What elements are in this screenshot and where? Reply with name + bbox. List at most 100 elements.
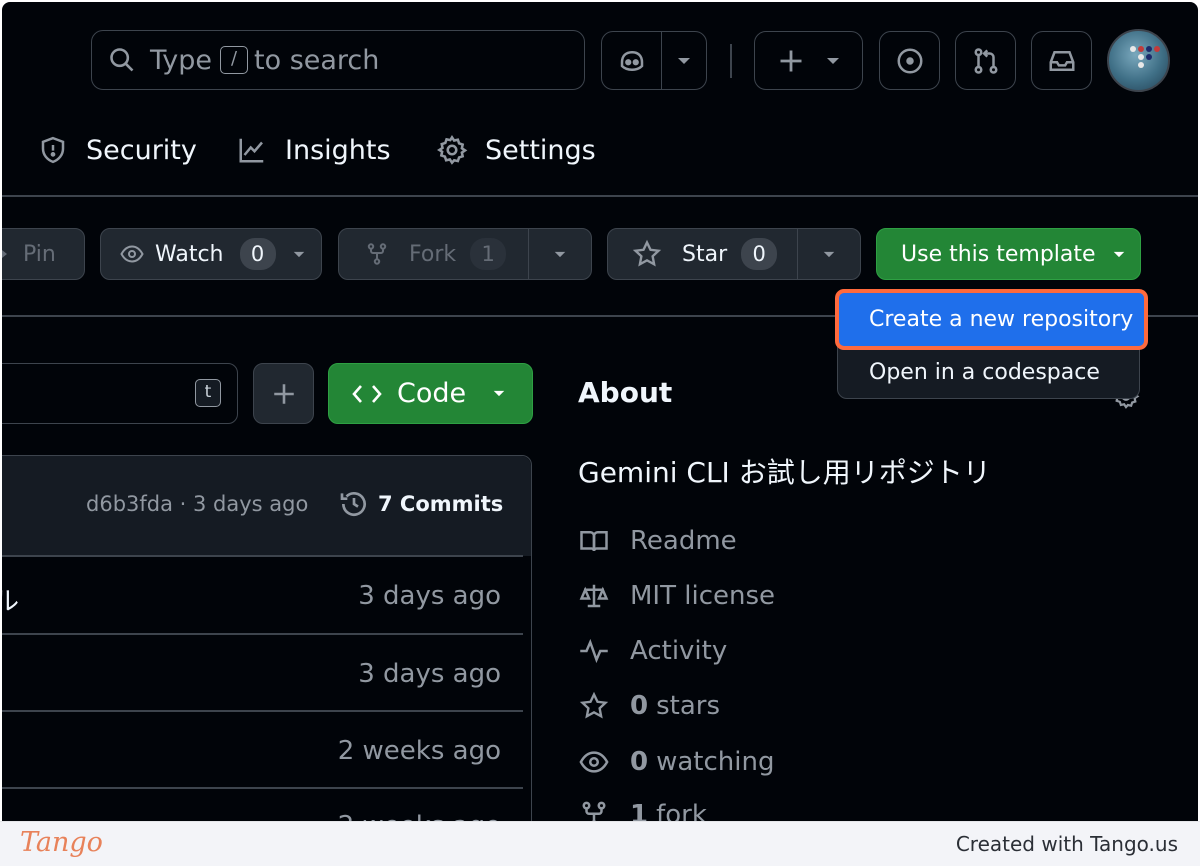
tango-logo: Tango	[20, 827, 103, 858]
tab-security[interactable]: Security	[38, 120, 197, 180]
activity-label: Activity	[630, 636, 728, 666]
pulse-icon	[578, 636, 610, 666]
gear-icon	[436, 134, 468, 166]
shield-icon	[38, 135, 68, 165]
code-icon	[351, 381, 383, 407]
stars-label: stars	[656, 691, 721, 721]
header-divider	[730, 44, 732, 78]
search-shortcut-key: /	[220, 46, 249, 74]
star-label: Star	[682, 241, 728, 267]
use-template-label: Use this template	[901, 241, 1096, 267]
star-menu-button[interactable]	[797, 228, 861, 280]
file-row[interactable]: 2 weeks ago	[2, 789, 531, 821]
stars-count: 0	[630, 691, 649, 721]
stars-link[interactable]: 0 stars	[578, 691, 720, 721]
search-prefix: Type	[150, 44, 213, 76]
forks-link[interactable]: 1 fork	[578, 800, 707, 821]
latest-commit[interactable]: d6b3fda · 3 days ago	[86, 492, 308, 516]
tab-insights-label: Insights	[285, 134, 391, 166]
eye-icon	[578, 747, 610, 777]
license-link[interactable]: MIT license	[578, 581, 775, 611]
go-to-file-shortcut: t	[195, 379, 221, 407]
fork-count: 1	[470, 238, 507, 270]
menu-item-open-codespace[interactable]: Open in a codespace	[839, 350, 1137, 394]
search-input[interactable]: Type / to search	[91, 30, 585, 90]
github-window: Type / to search Security Insights Setti…	[0, 0, 1200, 821]
fork-count-about: 1	[630, 800, 649, 821]
tango-credit: Created with Tango.us	[955, 832, 1178, 856]
plus-icon	[271, 381, 297, 407]
file-row-time: 2 weeks ago	[338, 811, 501, 821]
star-icon	[578, 691, 610, 721]
add-file-button[interactable]	[253, 363, 314, 424]
code-button[interactable]: Code	[328, 363, 533, 424]
commits-count[interactable]: 7 Commits	[378, 492, 503, 516]
search-icon	[108, 46, 136, 74]
commit-header: d6b3fda · 3 days ago 7 Commits	[2, 456, 531, 556]
about-heading: About	[578, 376, 673, 409]
watching-count: 0	[630, 747, 649, 777]
inbox-button[interactable]	[1031, 31, 1092, 90]
watch-label: Watch	[155, 241, 224, 267]
chevron-down-icon	[676, 56, 692, 66]
law-scale-icon	[578, 581, 610, 611]
issue-circle-icon	[895, 46, 925, 76]
pin-button[interactable]: Pin	[2, 228, 85, 280]
watch-count: 0	[239, 238, 276, 270]
watching-link[interactable]: 0 watching	[578, 747, 774, 777]
file-row[interactable]: ル 3 days ago	[2, 557, 531, 633]
issues-button[interactable]	[879, 31, 940, 90]
repo-description: Gemini CLI お試し用リポジトリ	[578, 456, 991, 489]
eye-icon	[117, 242, 147, 266]
graph-icon	[236, 135, 268, 165]
pin-label: Pin	[23, 241, 56, 267]
menu-item-label: Open in a codespace	[869, 359, 1100, 385]
menu-item-create-repository[interactable]: Create a new repository	[835, 289, 1148, 350]
tab-settings[interactable]: Settings	[436, 120, 596, 180]
tango-footer: Tango Created with Tango.us	[0, 821, 1200, 866]
pull-request-icon	[971, 46, 1001, 76]
copilot-icon	[617, 46, 647, 76]
tab-settings-label: Settings	[485, 134, 596, 166]
license-label: MIT license	[630, 581, 776, 611]
watch-button[interactable]: Watch 0	[100, 228, 322, 280]
go-to-file-input[interactable]: t	[2, 363, 238, 424]
watching-label: watching	[656, 747, 775, 777]
nav-divider	[2, 195, 1198, 197]
chevron-down-icon	[822, 250, 836, 259]
use-template-button[interactable]: Use this template	[876, 228, 1141, 280]
star-button[interactable]: Star 0	[607, 228, 799, 280]
code-button-label: Code	[397, 378, 467, 409]
file-row[interactable]: 2 weeks ago	[2, 712, 531, 788]
avatar[interactable]	[1107, 29, 1170, 92]
chevron-down-icon	[553, 250, 567, 259]
fork-menu-button[interactable]	[528, 228, 592, 280]
fork-label-about: fork	[656, 800, 707, 821]
file-row-name: ル	[2, 581, 19, 618]
fork-label: Fork	[409, 241, 457, 267]
file-row-time: 2 weeks ago	[337, 736, 501, 766]
star-icon	[632, 239, 662, 269]
pull-requests-button[interactable]	[955, 31, 1016, 90]
book-icon	[578, 526, 610, 556]
readme-link[interactable]: Readme	[578, 526, 737, 556]
fork-icon	[578, 800, 610, 821]
copilot-button[interactable]	[601, 31, 662, 90]
avatar-image-icon	[1127, 43, 1163, 71]
search-suffix: to search	[254, 44, 380, 76]
pin-icon	[2, 242, 11, 266]
chevron-down-icon	[1112, 250, 1126, 259]
tab-security-label: Security	[86, 134, 197, 166]
readme-label: Readme	[630, 526, 737, 556]
tab-insights[interactable]: Insights	[236, 120, 391, 180]
fork-icon	[365, 240, 389, 268]
fork-button[interactable]: Fork 1	[338, 228, 530, 280]
history-icon	[338, 488, 370, 520]
create-new-button[interactable]	[754, 31, 863, 90]
copilot-menu-button[interactable]	[661, 31, 707, 90]
file-list: d6b3fda · 3 days ago 7 Commits ル 3 days …	[2, 455, 532, 821]
chevron-down-icon	[825, 56, 841, 66]
file-row[interactable]: 3 days ago	[2, 635, 531, 711]
chevron-down-icon	[492, 389, 506, 398]
activity-link[interactable]: Activity	[578, 636, 727, 666]
